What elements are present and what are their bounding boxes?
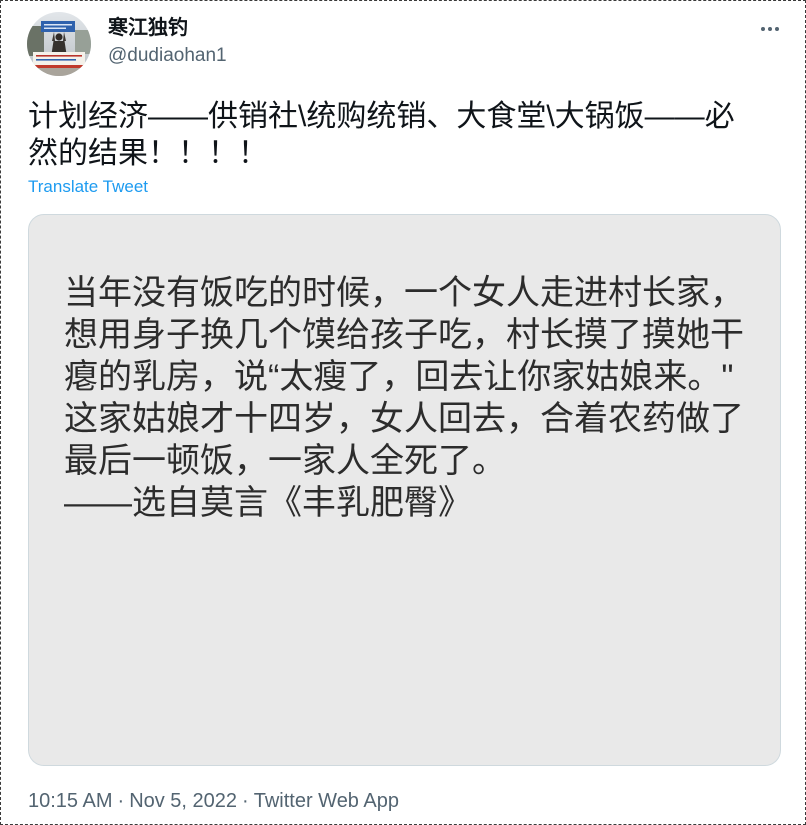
tweet-time[interactable]: 10:15 AM — [28, 790, 113, 812]
author-handle[interactable]: @dudiaohan1 — [108, 44, 227, 68]
photo-text-line: 这家姑娘才十四岁，女人回去，合着农药做了 — [64, 400, 744, 438]
translate-tweet-link[interactable]: Translate Tweet — [28, 177, 148, 197]
more-dot — [775, 27, 779, 31]
meta-separator: · — [117, 790, 125, 812]
photo-text-line: 当年没有饭吃的时候，一个女人走进村长家， — [64, 274, 744, 312]
avatar-image — [27, 12, 91, 76]
photo-text-line: 瘪的乳房，说“太瘦了，回去让你家姑娘来。" — [64, 358, 734, 396]
photo-text-line: 想用身子换几个馍给孩子吃，村长摸了摸她干 — [64, 316, 744, 354]
more-horizontal-icon[interactable] — [757, 21, 783, 37]
author-display-name[interactable]: 寒江独钓 — [108, 15, 188, 41]
photo-text-line: 最后一顿饭，一家人全死了。 — [64, 442, 506, 480]
tweet-source[interactable]: Twitter Web App — [254, 790, 399, 812]
photo-text: 当年没有饭吃的时候，一个女人走进村长家， 想用身子换几个馍给孩子吃，村长摸了摸她… — [64, 272, 744, 524]
tweet-date[interactable]: Nov 5, 2022 — [129, 790, 237, 812]
tweet-card: 寒江独钓 @dudiaohan1 计划经济——供销社\统购统销、大食堂\大锅饭—… — [0, 0, 806, 825]
tweet-photo[interactable]: 当年没有饭吃的时候，一个女人走进村长家， 想用身子换几个馍给孩子吃，村长摸了摸她… — [28, 214, 781, 766]
tweet-text: 计划经济——供销社\统购统销、大食堂\大锅饭——必然的结果！！！！ — [28, 100, 735, 170]
meta-separator: · — [242, 790, 249, 812]
more-dot — [761, 27, 765, 31]
avatar[interactable] — [27, 12, 91, 76]
more-dot — [768, 27, 772, 31]
tweet-meta: 10:15 AM · Nov 5, 2022 · Twitter Web App — [28, 790, 399, 812]
photo-text-line: ——选自莫言《丰乳肥臀》 — [64, 484, 472, 522]
